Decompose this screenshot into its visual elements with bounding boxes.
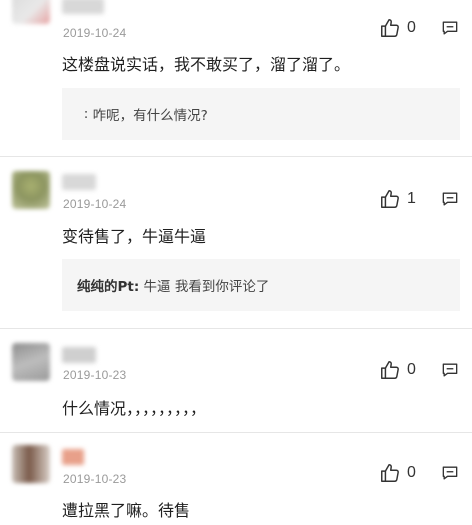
like-button[interactable]: 0 xyxy=(379,17,416,39)
thumbs-up-icon xyxy=(381,19,399,37)
reply-separator: : xyxy=(83,106,89,122)
username[interactable] xyxy=(62,174,96,190)
reply-button[interactable] xyxy=(440,463,460,487)
comment-list: 2019-10-24 0 这楼盘说实话，我不敢买了，溜了溜了。 : 咋呢，有什么… xyxy=(0,0,472,525)
divider xyxy=(0,432,472,433)
avatar[interactable] xyxy=(12,445,50,483)
comment-date: 2019-10-23 xyxy=(63,472,127,486)
comment-date: 2019-10-24 xyxy=(63,26,127,40)
reply-text: 牛逼 我看到你评论了 xyxy=(143,279,270,295)
comment-bubble-icon xyxy=(442,21,458,35)
username[interactable] xyxy=(62,0,104,14)
comment-date: 2019-10-24 xyxy=(63,197,127,211)
comment-text: 什么情况，，，，，，，，， xyxy=(62,399,207,418)
reply-author[interactable] xyxy=(77,106,84,122)
like-count: 0 xyxy=(407,464,416,481)
reply-preview[interactable]: 纯纯的Pt: 牛逼 我看到你评论了 xyxy=(62,259,460,311)
like-count: 0 xyxy=(407,19,416,36)
avatar[interactable] xyxy=(12,0,50,24)
reply-button[interactable] xyxy=(440,18,460,42)
comment-text: 变待售了，牛逼牛逼 xyxy=(62,227,207,246)
comment-bubble-icon xyxy=(442,192,458,206)
thumbs-up-icon xyxy=(381,361,399,379)
comment-date: 2019-10-23 xyxy=(63,368,127,382)
avatar[interactable] xyxy=(12,171,50,209)
avatar[interactable] xyxy=(12,343,50,381)
divider xyxy=(0,328,472,329)
like-count: 1 xyxy=(407,190,416,207)
like-button[interactable]: 0 xyxy=(379,359,416,381)
like-count: 0 xyxy=(407,361,416,378)
comment-bubble-icon xyxy=(442,363,458,377)
comment-bubble-icon xyxy=(442,466,458,480)
divider xyxy=(0,156,472,157)
username[interactable] xyxy=(62,449,84,465)
thumbs-up-icon xyxy=(381,190,399,208)
like-button[interactable]: 0 xyxy=(379,462,416,484)
reply-text: 咋呢，有什么情况? xyxy=(92,108,208,124)
reply-button[interactable] xyxy=(440,360,460,384)
comment-text: 遭拉黑了嘛。待售 xyxy=(62,501,191,520)
thumbs-up-icon xyxy=(381,464,399,482)
username[interactable] xyxy=(62,347,96,363)
like-button[interactable]: 1 xyxy=(379,188,416,210)
comment-text: 这楼盘说实话，我不敢买了，溜了溜了。 xyxy=(62,55,351,74)
reply-author[interactable]: 纯纯的Pt: xyxy=(77,275,139,295)
reply-preview[interactable]: : 咋呢，有什么情况? xyxy=(62,88,460,140)
reply-button[interactable] xyxy=(440,189,460,213)
